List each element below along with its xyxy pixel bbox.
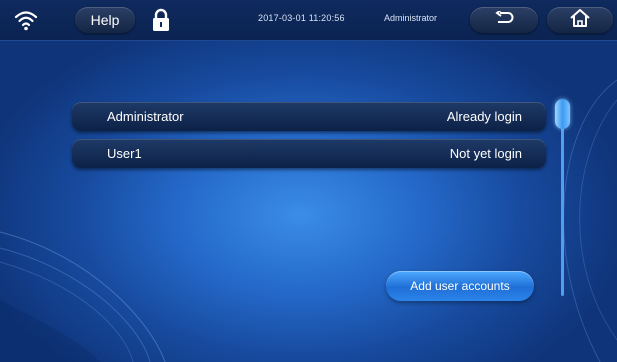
add-user-accounts-label: Add user accounts — [410, 279, 510, 293]
account-name: User1 — [107, 146, 142, 161]
wifi-icon — [14, 9, 38, 31]
help-label: Help — [90, 12, 120, 28]
scrollbar-track[interactable] — [561, 100, 564, 296]
back-arrow-icon — [494, 8, 514, 30]
account-status: Already login — [446, 109, 522, 124]
account-name: Administrator — [107, 109, 184, 124]
datetime-display: 2017-03-01 11:20:56 — [258, 13, 345, 23]
user-accounts-screen: Help 2017-03-01 11:20:56 Administrator A… — [0, 0, 617, 362]
help-button[interactable]: Help — [75, 7, 135, 33]
home-button[interactable] — [547, 7, 613, 33]
background-swoosh — [0, 79, 617, 362]
account-row-user1[interactable]: User1 Not yet login — [72, 139, 546, 168]
current-user-label: Administrator — [384, 13, 438, 23]
back-button[interactable] — [470, 7, 538, 33]
home-icon — [569, 8, 591, 33]
scrollbar-thumb[interactable] — [555, 99, 570, 129]
top-bar: Help 2017-03-01 11:20:56 Administrator — [0, 0, 617, 41]
add-user-accounts-button[interactable]: Add user accounts — [386, 271, 534, 301]
account-status: Not yet login — [449, 146, 522, 161]
lock-icon[interactable] — [150, 7, 172, 33]
account-row-administrator[interactable]: Administrator Already login — [72, 102, 546, 131]
